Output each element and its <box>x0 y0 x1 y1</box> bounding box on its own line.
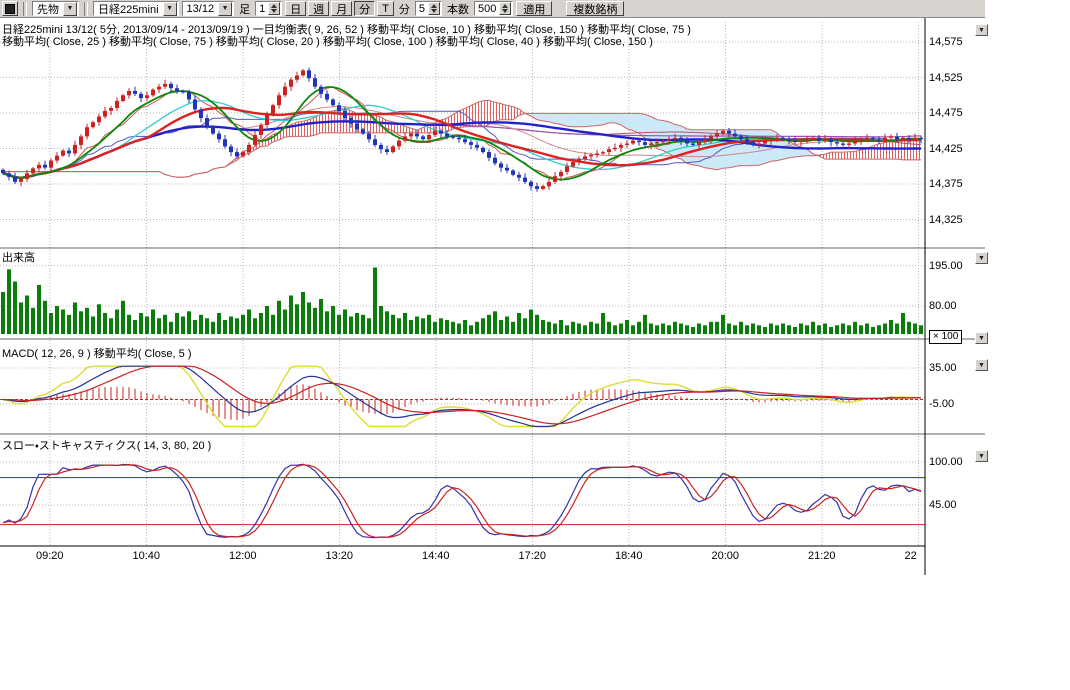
chevron-down-icon: ▼ <box>978 27 985 34</box>
chart-canvas[interactable] <box>0 0 985 575</box>
chart-application: 14,57514,52514,47514,42514,37514,325195.… <box>0 0 1070 690</box>
panel-menu-button-price[interactable]: ▼ <box>975 24 988 36</box>
symbol-value: 日経225mini <box>98 1 159 17</box>
count-label: 本数 <box>445 1 471 17</box>
panel-menu-button-stoch[interactable]: ▼ <box>975 450 988 462</box>
panel-menu-button-scale[interactable]: ▼ <box>975 332 988 344</box>
spinner-up-icon[interactable] <box>431 4 437 8</box>
chevron-down-icon: ▼ <box>978 335 985 342</box>
minute-value: 5 <box>419 3 425 15</box>
volume-panel-label: 出来高 <box>2 249 35 265</box>
spinner-buttons[interactable] <box>268 2 280 15</box>
period-button-日[interactable]: 日 <box>285 1 306 16</box>
spinner-buttons[interactable] <box>428 2 440 15</box>
chevron-down-icon: ▼ <box>978 255 985 262</box>
bar-interval-spinner[interactable]: 1 <box>255 1 282 16</box>
chevron-down-icon[interactable]: ▼ <box>63 2 77 16</box>
period-button-週[interactable]: 週 <box>308 1 329 16</box>
macd-panel-label: MACD( 12, 26, 9 ) 移動平均( Close, 5 ) <box>2 345 192 361</box>
chevron-down-icon: ▼ <box>978 453 985 460</box>
spinner-down-icon[interactable] <box>431 9 437 13</box>
stochastics-panel-label: スロー・ストキャスティクス( 14, 3, 80, 20 ) <box>2 437 211 453</box>
contract-month-select[interactable]: 13/12 ▼ <box>182 1 235 16</box>
chevron-down-icon[interactable]: ▼ <box>163 2 177 16</box>
spinner-buttons[interactable] <box>499 2 511 15</box>
volume-multiplier-badge: × 100 <box>929 330 962 344</box>
bar-interval-value: 1 <box>259 3 265 15</box>
window-icon-button[interactable] <box>2 1 18 16</box>
toolbar-separator <box>84 2 88 16</box>
app-icon <box>5 4 15 14</box>
spinner-up-icon[interactable] <box>271 4 277 8</box>
chart-legend-line2: 移動平均( Close, 25 ) 移動平均( Close, 75 ) 移動平均… <box>2 33 653 49</box>
spinner-down-icon[interactable] <box>502 9 508 13</box>
instrument-type-select[interactable]: 先物 ▼ <box>32 1 79 16</box>
contract-month-value: 13/12 <box>187 3 215 15</box>
bar-type-label: 足 <box>237 1 252 17</box>
instrument-type-value: 先物 <box>37 1 59 17</box>
panel-menu-button-volume[interactable]: ▼ <box>975 252 988 264</box>
count-value: 500 <box>478 3 496 15</box>
toolbar: 先物 ▼ 日経225mini ▼ 13/12 ▼ 足 1 日週月分T 分 5 本… <box>0 0 985 18</box>
period-button-分[interactable]: 分 <box>354 1 375 16</box>
symbol-select[interactable]: 日経225mini ▼ <box>93 1 179 16</box>
minute-spinner[interactable]: 5 <box>415 1 442 16</box>
panel-menu-button-macd[interactable]: ▼ <box>975 359 988 371</box>
spinner-up-icon[interactable] <box>502 4 508 8</box>
period-button-T[interactable]: T <box>377 1 394 16</box>
count-spinner[interactable]: 500 <box>474 1 513 16</box>
multi-symbol-button[interactable]: 複数銘柄 <box>566 1 624 16</box>
spinner-down-icon[interactable] <box>271 9 277 13</box>
period-button-group: 日週月分T <box>285 1 394 16</box>
chevron-down-icon: ▼ <box>978 362 985 369</box>
period-button-月[interactable]: 月 <box>331 1 352 16</box>
apply-button[interactable]: 適用 <box>516 1 552 16</box>
toolbar-separator <box>23 2 27 16</box>
minute-label: 分 <box>397 1 412 17</box>
chevron-down-icon[interactable]: ▼ <box>218 2 232 16</box>
